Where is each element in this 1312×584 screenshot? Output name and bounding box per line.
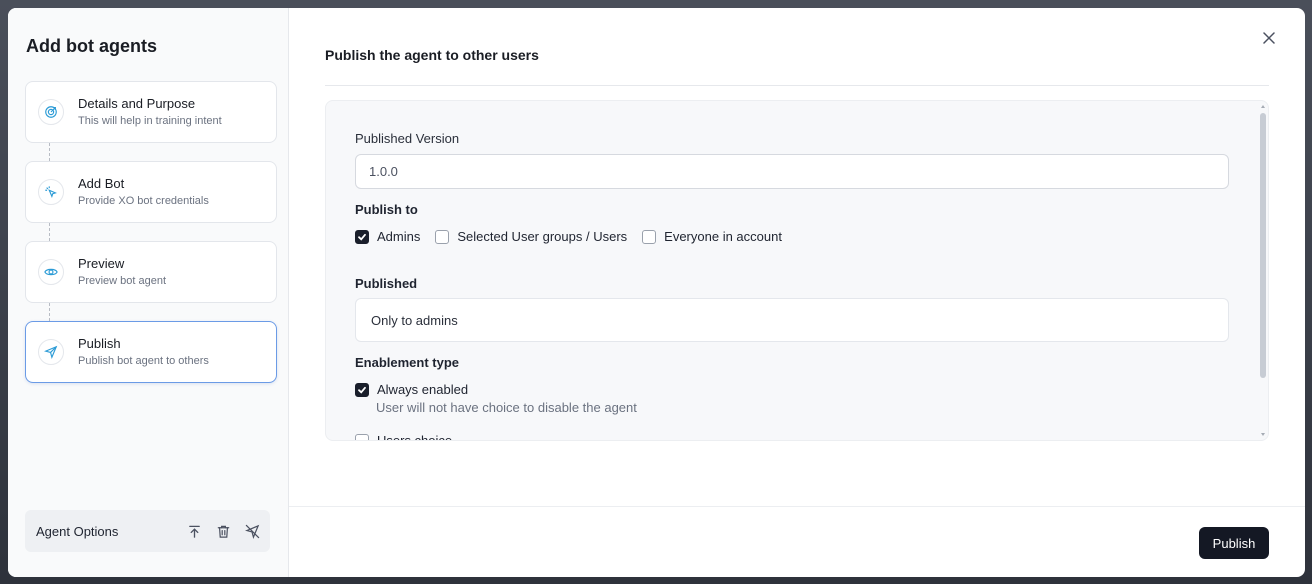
step-add-bot[interactable]: Add Bot Provide XO bot credentials [25,161,277,223]
publish-to-options: Admins Selected User groups / Users Ever… [355,229,797,244]
footer-divider [289,506,1305,507]
publish-to-everyone[interactable]: Everyone in account [642,229,782,244]
enablement-users-choice: Users choice [355,433,467,441]
add-bot-agents-modal: Add bot agents Details and Purpose This … [8,8,1305,577]
step-subtitle: Preview bot agent [78,275,167,287]
step-connector [49,303,50,321]
checkbox-label: Users choice [377,433,453,441]
published-version-input[interactable] [355,154,1229,189]
enablement-always-enabled: Always enabled [355,382,483,397]
scroll-up-arrow[interactable] [1261,105,1265,108]
checkbox-label: Always enabled [377,382,469,397]
step-details-and-purpose[interactable]: Details and Purpose This will help in tr… [25,81,277,143]
step-title: Details and Purpose [78,96,196,111]
target-icon [38,99,64,125]
sidebar: Add bot agents Details and Purpose This … [8,8,289,577]
checkbox-checked[interactable] [355,229,369,244]
eye-icon [38,259,64,285]
users-choice-option[interactable]: Users choice [355,433,453,441]
main-content: Publish the agent to other users Publish… [289,8,1305,577]
step-title: Add Bot [78,176,125,191]
unpublish-icon[interactable] [241,520,263,542]
published-label: Published [355,276,418,291]
trash-icon[interactable] [212,520,234,542]
publish-to-admins[interactable]: Admins [355,229,420,244]
checkbox-label: Selected User groups / Users [457,229,628,244]
step-subtitle: Provide XO bot credentials [78,195,209,207]
step-subtitle: This will help in training intent [78,115,222,127]
step-preview[interactable]: Preview Preview bot agent [25,241,277,303]
published-value: Only to admins [355,298,1229,342]
agent-options-label: Agent Options [36,523,119,539]
always-enabled-description: User will not have choice to disable the… [376,400,637,415]
checkbox-unchecked[interactable] [642,229,657,244]
always-enabled-option[interactable]: Always enabled [355,382,468,397]
checkbox-unchecked[interactable] [355,433,369,440]
pointer-click-icon [38,179,64,205]
step-title: Preview [78,256,125,271]
agent-options-bar: Agent Options [25,510,270,552]
checkbox-label: Everyone in account [664,229,782,244]
send-icon [38,339,64,365]
sidebar-title: Add bot agents [26,36,157,56]
scroll-down-arrow[interactable] [1261,433,1265,436]
page-title: Publish the agent to other users [325,47,539,63]
publish-to-label: Publish to [355,202,418,217]
steps-list: Details and Purpose This will help in tr… [25,81,277,383]
step-connector [49,143,50,161]
scrollbar-thumb[interactable] [1260,113,1266,378]
checkbox-label: Admins [377,229,421,244]
publish-to-selected-groups[interactable]: Selected User groups / Users [435,229,627,244]
upload-icon[interactable] [183,520,205,542]
publish-button[interactable]: Publish [1199,527,1269,559]
checkbox-unchecked[interactable] [435,229,450,244]
header-divider [325,85,1269,86]
step-publish[interactable]: Publish Publish bot agent to others [25,321,277,383]
step-connector [49,223,50,241]
step-title: Publish [78,336,121,351]
enablement-type-label: Enablement type [355,355,460,370]
close-icon [1263,32,1275,44]
publish-form: Published Version Publish to Admins Sele… [325,100,1269,441]
published-version-label: Published Version [355,131,460,146]
checkbox-checked[interactable] [355,382,369,397]
close-button[interactable] [1259,28,1279,48]
step-subtitle: Publish bot agent to others [78,355,209,367]
